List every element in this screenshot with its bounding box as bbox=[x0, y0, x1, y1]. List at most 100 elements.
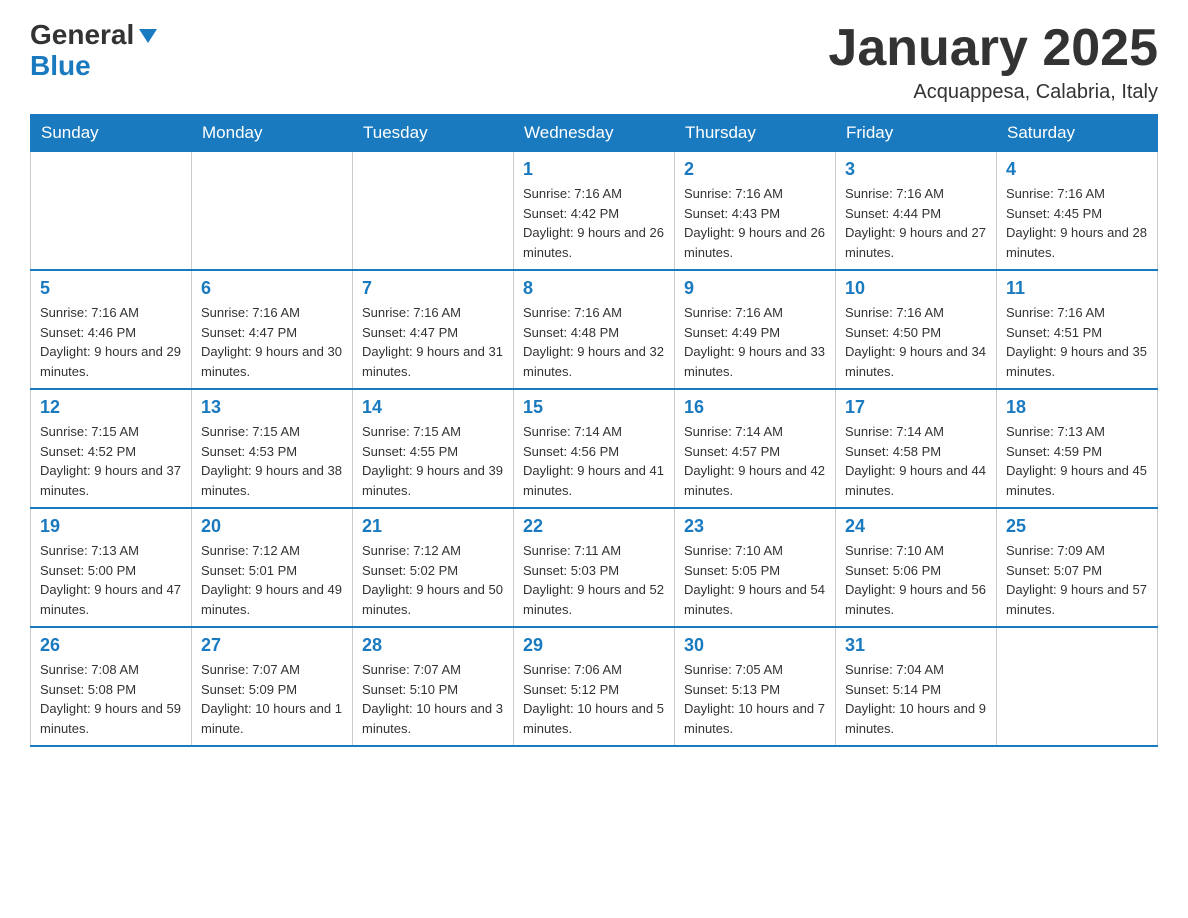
day-info: Sunrise: 7:06 AM Sunset: 5:12 PM Dayligh… bbox=[523, 660, 665, 738]
day-info: Sunrise: 7:16 AM Sunset: 4:44 PM Dayligh… bbox=[845, 184, 987, 262]
day-info: Sunrise: 7:08 AM Sunset: 5:08 PM Dayligh… bbox=[40, 660, 182, 738]
day-cell bbox=[192, 152, 353, 271]
day-number: 30 bbox=[684, 635, 826, 656]
day-info: Sunrise: 7:05 AM Sunset: 5:13 PM Dayligh… bbox=[684, 660, 826, 738]
day-info: Sunrise: 7:04 AM Sunset: 5:14 PM Dayligh… bbox=[845, 660, 987, 738]
day-cell: 23 Sunrise: 7:10 AM Sunset: 5:05 PM Dayli… bbox=[675, 508, 836, 627]
header-day-thursday: Thursday bbox=[675, 115, 836, 152]
day-number: 18 bbox=[1006, 397, 1148, 418]
logo-general: General bbox=[30, 20, 134, 51]
day-info: Sunrise: 7:16 AM Sunset: 4:49 PM Dayligh… bbox=[684, 303, 826, 381]
day-info: Sunrise: 7:15 AM Sunset: 4:52 PM Dayligh… bbox=[40, 422, 182, 500]
day-cell: 10 Sunrise: 7:16 AM Sunset: 4:50 PM Dayli… bbox=[836, 270, 997, 389]
day-number: 13 bbox=[201, 397, 343, 418]
header-day-sunday: Sunday bbox=[31, 115, 192, 152]
day-info: Sunrise: 7:15 AM Sunset: 4:53 PM Dayligh… bbox=[201, 422, 343, 500]
day-number: 29 bbox=[523, 635, 665, 656]
day-info: Sunrise: 7:14 AM Sunset: 4:57 PM Dayligh… bbox=[684, 422, 826, 500]
day-info: Sunrise: 7:16 AM Sunset: 4:48 PM Dayligh… bbox=[523, 303, 665, 381]
day-info: Sunrise: 7:12 AM Sunset: 5:01 PM Dayligh… bbox=[201, 541, 343, 619]
day-number: 23 bbox=[684, 516, 826, 537]
day-number: 7 bbox=[362, 278, 504, 299]
header-day-wednesday: Wednesday bbox=[514, 115, 675, 152]
day-cell: 30 Sunrise: 7:05 AM Sunset: 5:13 PM Dayli… bbox=[675, 627, 836, 746]
day-info: Sunrise: 7:11 AM Sunset: 5:03 PM Dayligh… bbox=[523, 541, 665, 619]
day-info: Sunrise: 7:14 AM Sunset: 4:58 PM Dayligh… bbox=[845, 422, 987, 500]
page-header: General Blue January 2025 Acquappesa, Ca… bbox=[30, 20, 1158, 104]
header-day-saturday: Saturday bbox=[997, 115, 1158, 152]
day-cell: 18 Sunrise: 7:13 AM Sunset: 4:59 PM Dayli… bbox=[997, 389, 1158, 508]
day-cell: 15Sunrise: 7:14 AM Sunset: 4:56 PM Dayli… bbox=[514, 389, 675, 508]
week-row-4: 19Sunrise: 7:13 AM Sunset: 5:00 PM Dayli… bbox=[31, 508, 1158, 627]
day-number: 3 bbox=[845, 159, 987, 180]
day-cell: 25Sunrise: 7:09 AM Sunset: 5:07 PM Dayli… bbox=[997, 508, 1158, 627]
header-day-friday: Friday bbox=[836, 115, 997, 152]
header-day-monday: Monday bbox=[192, 115, 353, 152]
day-number: 17 bbox=[845, 397, 987, 418]
day-number: 6 bbox=[201, 278, 343, 299]
day-info: Sunrise: 7:13 AM Sunset: 4:59 PM Dayligh… bbox=[1006, 422, 1148, 500]
day-info: Sunrise: 7:10 AM Sunset: 5:06 PM Dayligh… bbox=[845, 541, 987, 619]
header-row: SundayMondayTuesdayWednesdayThursdayFrid… bbox=[31, 115, 1158, 152]
day-number: 2 bbox=[684, 159, 826, 180]
week-row-1: 1Sunrise: 7:16 AM Sunset: 4:42 PM Daylig… bbox=[31, 152, 1158, 271]
day-cell: 17 Sunrise: 7:14 AM Sunset: 4:58 PM Dayli… bbox=[836, 389, 997, 508]
day-info: Sunrise: 7:15 AM Sunset: 4:55 PM Dayligh… bbox=[362, 422, 504, 500]
day-info: Sunrise: 7:16 AM Sunset: 4:47 PM Dayligh… bbox=[201, 303, 343, 381]
day-number: 16 bbox=[684, 397, 826, 418]
day-info: Sunrise: 7:12 AM Sunset: 5:02 PM Dayligh… bbox=[362, 541, 504, 619]
day-number: 11 bbox=[1006, 278, 1148, 299]
day-number: 24 bbox=[845, 516, 987, 537]
day-cell: 27Sunrise: 7:07 AM Sunset: 5:09 PM Dayli… bbox=[192, 627, 353, 746]
page-subtitle: Acquappesa, Calabria, Italy bbox=[828, 81, 1158, 104]
day-cell: 5Sunrise: 7:16 AM Sunset: 4:46 PM Daylig… bbox=[31, 270, 192, 389]
day-info: Sunrise: 7:16 AM Sunset: 4:42 PM Dayligh… bbox=[523, 184, 665, 262]
header-day-tuesday: Tuesday bbox=[353, 115, 514, 152]
day-cell: 2Sunrise: 7:16 AM Sunset: 4:43 PM Daylig… bbox=[675, 152, 836, 271]
week-row-2: 5Sunrise: 7:16 AM Sunset: 4:46 PM Daylig… bbox=[31, 270, 1158, 389]
calendar-body: 1Sunrise: 7:16 AM Sunset: 4:42 PM Daylig… bbox=[31, 152, 1158, 747]
week-row-5: 26 Sunrise: 7:08 AM Sunset: 5:08 PM Dayli… bbox=[31, 627, 1158, 746]
day-number: 9 bbox=[684, 278, 826, 299]
logo-line1: General bbox=[30, 20, 159, 51]
day-info: Sunrise: 7:16 AM Sunset: 4:50 PM Dayligh… bbox=[845, 303, 987, 381]
day-cell: 7Sunrise: 7:16 AM Sunset: 4:47 PM Daylig… bbox=[353, 270, 514, 389]
day-cell: 1Sunrise: 7:16 AM Sunset: 4:42 PM Daylig… bbox=[514, 152, 675, 271]
page-title: January 2025 bbox=[828, 20, 1158, 77]
day-cell: 24 Sunrise: 7:10 AM Sunset: 5:06 PM Dayli… bbox=[836, 508, 997, 627]
day-number: 21 bbox=[362, 516, 504, 537]
day-number: 14 bbox=[362, 397, 504, 418]
day-info: Sunrise: 7:13 AM Sunset: 5:00 PM Dayligh… bbox=[40, 541, 182, 619]
day-number: 26 bbox=[40, 635, 182, 656]
day-info: Sunrise: 7:07 AM Sunset: 5:10 PM Dayligh… bbox=[362, 660, 504, 738]
day-cell: 31 Sunrise: 7:04 AM Sunset: 5:14 PM Dayli… bbox=[836, 627, 997, 746]
day-number: 31 bbox=[845, 635, 987, 656]
day-number: 22 bbox=[523, 516, 665, 537]
day-cell: 4 Sunrise: 7:16 AM Sunset: 4:45 PM Daylig… bbox=[997, 152, 1158, 271]
day-info: Sunrise: 7:16 AM Sunset: 4:45 PM Dayligh… bbox=[1006, 184, 1148, 262]
day-cell: 19Sunrise: 7:13 AM Sunset: 5:00 PM Dayli… bbox=[31, 508, 192, 627]
day-number: 28 bbox=[362, 635, 504, 656]
day-cell: 22 Sunrise: 7:11 AM Sunset: 5:03 PM Dayli… bbox=[514, 508, 675, 627]
day-number: 25 bbox=[1006, 516, 1148, 537]
day-cell: 9 Sunrise: 7:16 AM Sunset: 4:49 PM Daylig… bbox=[675, 270, 836, 389]
day-cell: 21 Sunrise: 7:12 AM Sunset: 5:02 PM Dayli… bbox=[353, 508, 514, 627]
day-number: 5 bbox=[40, 278, 182, 299]
day-cell: 3 Sunrise: 7:16 AM Sunset: 4:44 PM Daylig… bbox=[836, 152, 997, 271]
title-block: January 2025 Acquappesa, Calabria, Italy bbox=[828, 20, 1158, 104]
day-number: 10 bbox=[845, 278, 987, 299]
day-cell: 28 Sunrise: 7:07 AM Sunset: 5:10 PM Dayli… bbox=[353, 627, 514, 746]
day-number: 4 bbox=[1006, 159, 1148, 180]
day-number: 15 bbox=[523, 397, 665, 418]
day-cell: 26 Sunrise: 7:08 AM Sunset: 5:08 PM Dayli… bbox=[31, 627, 192, 746]
logo-blue: Blue bbox=[30, 51, 159, 82]
day-number: 8 bbox=[523, 278, 665, 299]
calendar-header: SundayMondayTuesdayWednesdayThursdayFrid… bbox=[31, 115, 1158, 152]
day-cell: 16 Sunrise: 7:14 AM Sunset: 4:57 PM Dayli… bbox=[675, 389, 836, 508]
week-row-3: 12 Sunrise: 7:15 AM Sunset: 4:52 PM Dayli… bbox=[31, 389, 1158, 508]
day-info: Sunrise: 7:10 AM Sunset: 5:05 PM Dayligh… bbox=[684, 541, 826, 619]
day-cell: 20Sunrise: 7:12 AM Sunset: 5:01 PM Dayli… bbox=[192, 508, 353, 627]
day-cell: 11 Sunrise: 7:16 AM Sunset: 4:51 PM Dayli… bbox=[997, 270, 1158, 389]
day-number: 12 bbox=[40, 397, 182, 418]
day-info: Sunrise: 7:16 AM Sunset: 4:51 PM Dayligh… bbox=[1006, 303, 1148, 381]
